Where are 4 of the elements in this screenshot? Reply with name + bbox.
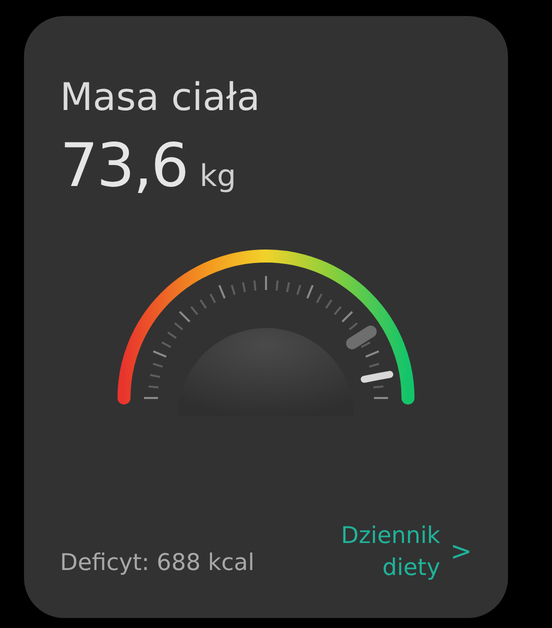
card-title: Masa ciała [60, 78, 262, 116]
deficit-text: Deficyt: 688 kcal [60, 548, 254, 578]
weight-unit: kg [200, 162, 236, 192]
weight-value: 73,6 [60, 136, 188, 196]
